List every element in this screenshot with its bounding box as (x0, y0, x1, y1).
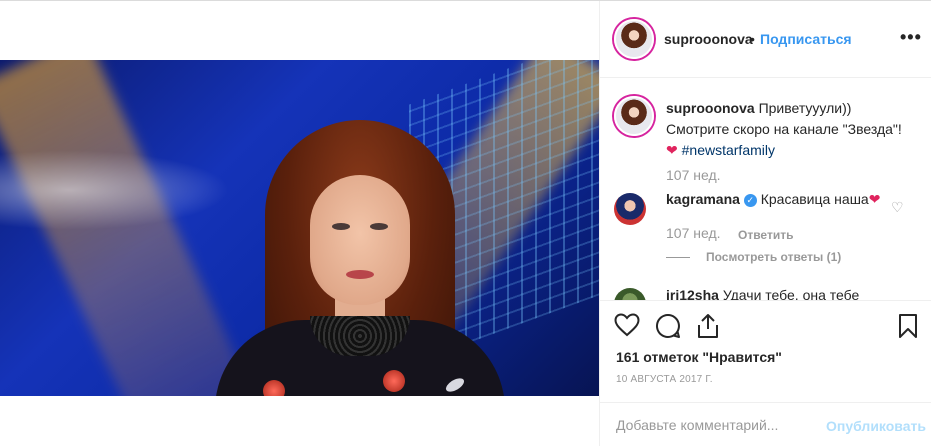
red-heart-emoji-icon: ❤ (666, 142, 678, 158)
author-username[interactable]: suprooonova (664, 31, 753, 47)
more-options-icon[interactable]: ••• (900, 27, 922, 48)
heart-outline-icon[interactable] (614, 313, 640, 340)
comment: iri12sha Удачи тебе, она тебе (666, 287, 859, 300)
post-date[interactable]: 10 АВГУСТА 2017 Г. (616, 374, 713, 385)
dress-flower (263, 380, 285, 396)
left-eye (332, 223, 350, 230)
share-icon[interactable] (696, 313, 720, 342)
post-header: suprooonova • Подписаться ••• (600, 1, 931, 78)
right-eye (370, 223, 388, 230)
likes-count[interactable]: 161 отметок "Нравится" (616, 349, 782, 365)
reply-button[interactable]: Ответить (738, 228, 793, 242)
comments-list[interactable]: suprooonova Приветууули)) Смотрите скоро… (600, 78, 931, 300)
caption-line-2: Смотрите скоро на канале "Звезда"! (666, 121, 902, 137)
dress-flower (383, 370, 405, 392)
action-bar (600, 300, 931, 350)
post-photo[interactable] (0, 60, 599, 396)
comment-input[interactable] (616, 417, 816, 433)
caption-timestamp[interactable]: 107 нед. (666, 167, 721, 183)
bookmark-icon[interactable] (898, 313, 918, 342)
instagram-post: suprooonova • Подписаться ••• suprooonov… (0, 0, 931, 446)
post-caption: suprooonova Приветууули)) Смотрите скоро… (666, 98, 916, 161)
commenter-avatar[interactable] (614, 288, 646, 300)
caption-author-avatar[interactable] (614, 96, 654, 136)
add-comment-section: Опубликовать (600, 402, 931, 446)
comment-username[interactable]: kagramana (666, 191, 740, 207)
commenter-avatar[interactable] (614, 193, 646, 225)
hashtag-link[interactable]: #newstarfamily (682, 142, 775, 158)
comment-timestamp[interactable]: 107 нед. (666, 225, 721, 241)
lips (346, 270, 374, 279)
comment-text: Красавица наша (760, 191, 869, 207)
stage-glow (0, 150, 230, 230)
divider-line (666, 257, 690, 259)
red-heart-emoji-icon: ❤ (868, 191, 881, 207)
separator-dot: • (750, 31, 755, 47)
media-column (0, 1, 599, 446)
face (310, 175, 410, 305)
follow-button[interactable]: Подписаться (760, 31, 852, 47)
publish-button[interactable]: Опубликовать (826, 418, 926, 434)
comment-icon[interactable] (655, 313, 681, 342)
author-avatar[interactable] (614, 19, 654, 59)
caption-line-1: Приветууули)) (758, 100, 852, 116)
comment: kagramana ✓ Красавица наша❤ (666, 191, 880, 208)
caption-username[interactable]: suprooonova (666, 100, 755, 116)
view-replies-label: Посмотреть ответы (1) (706, 250, 842, 264)
post-sidebar: suprooonova • Подписаться ••• suprooonov… (599, 1, 931, 446)
dress-leaf (443, 375, 467, 395)
comment-text: Удачи тебе, она тебе (722, 287, 860, 300)
woman-portrait (210, 120, 510, 396)
verified-badge-icon: ✓ (743, 194, 757, 207)
view-replies-button[interactable]: Посмотреть ответы (1) (666, 250, 841, 264)
comment-like-heart-icon[interactable]: ♡ (891, 199, 904, 216)
comment-username[interactable]: iri12sha (666, 287, 719, 300)
